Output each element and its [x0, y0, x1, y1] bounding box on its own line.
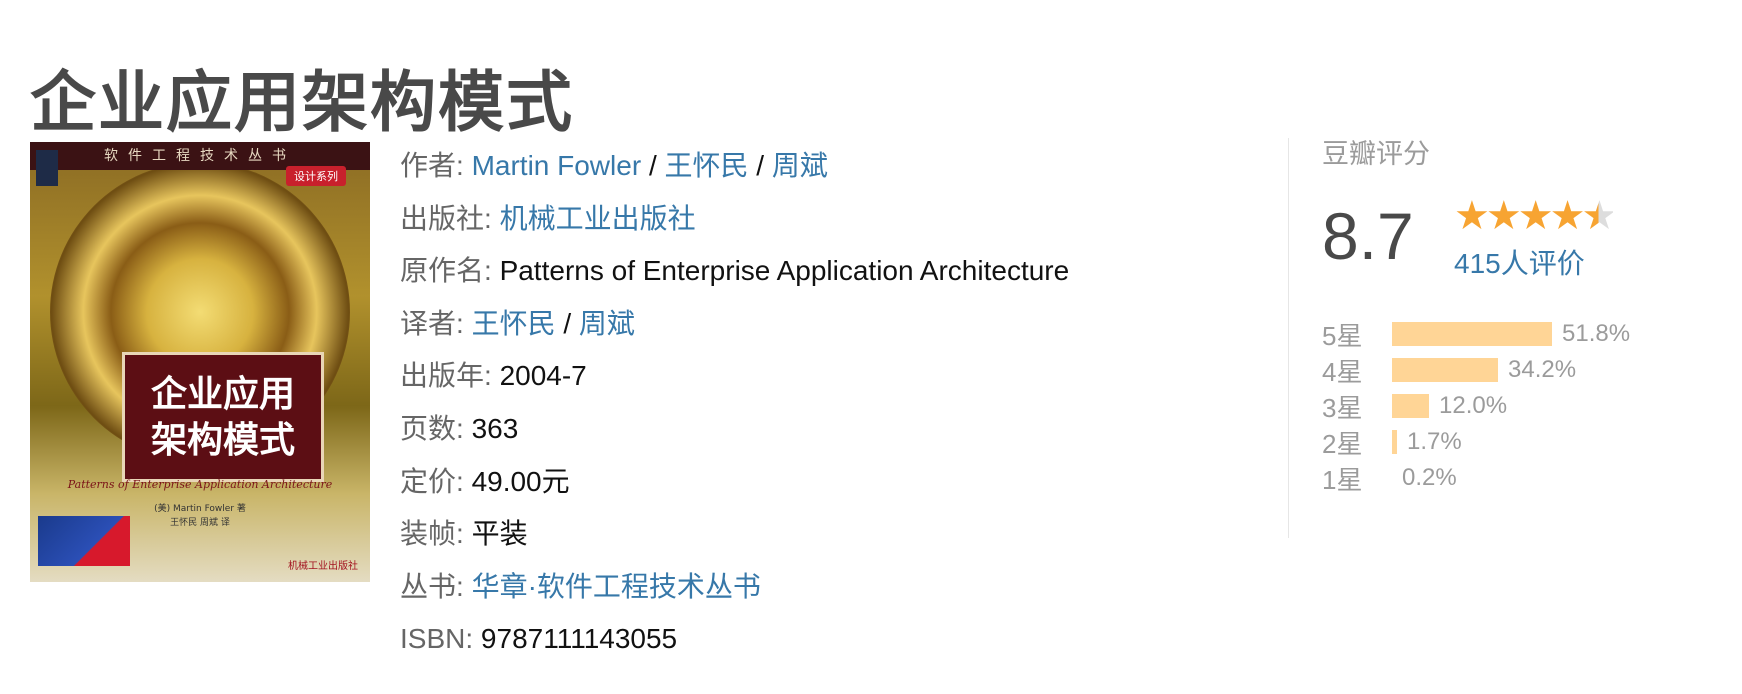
- rating-bar-track: [1392, 430, 1397, 454]
- info-row-pub-year: 出版年: 2004-7: [400, 350, 1069, 403]
- star-full-icon: ★: [1454, 194, 1490, 238]
- rating-bar-fill: [1392, 358, 1498, 382]
- info-row-original-title: 原作名: Patterns of Enterprise Application …: [400, 245, 1069, 298]
- rating-votes-link[interactable]: 415人评价: [1454, 246, 1585, 282]
- rating-bar-percent: 12.0%: [1439, 392, 1508, 419]
- rating-stars: ★★★★★: [1454, 194, 1617, 238]
- cover-english-title: Patterns of Enterprise Application Archi…: [67, 478, 333, 491]
- cover-title-line2: 架构模式: [150, 419, 295, 461]
- page-title: 企业应用架构模式: [30, 64, 574, 142]
- cover-publisher-badge: [38, 516, 130, 566]
- star-full-icon: ★: [1517, 194, 1554, 238]
- rating-bar-track: [1392, 322, 1552, 346]
- rating-panel: 豆瓣评分 8.7 ★★★★★ 415人评价 5星 51.8% 4星 34.2% …: [1322, 136, 1742, 495]
- cover-title-line1: 企业应用: [150, 373, 295, 415]
- rating-bar-percent: 0.2%: [1402, 464, 1457, 491]
- divider: [1288, 138, 1289, 538]
- binding-value: 平装: [471, 518, 528, 550]
- rating-score: 8.7: [1322, 199, 1414, 273]
- rating-bar-label: 4星: [1322, 356, 1363, 387]
- info-row-price: 定价: 49.00元: [400, 456, 1069, 509]
- rating-bar-label: 5星: [1322, 320, 1363, 351]
- publisher-link[interactable]: 机械工业出版社: [500, 203, 696, 234]
- info-row-binding: 装帧: 平装: [400, 508, 1069, 561]
- price-label: 定价:: [400, 465, 464, 497]
- rating-distribution: 5星 51.8% 4星 34.2% 3星 12.0% 2星 1.7% 1星 0.…: [1322, 316, 1630, 496]
- separator: /: [756, 150, 765, 181]
- info-row-isbn: ISBN: 9787111143055: [400, 613, 1069, 666]
- pub-year-value: 2004-7: [499, 360, 587, 392]
- info-row-series: 丛书: 华章·软件工程技术丛书: [400, 561, 1069, 614]
- rating-heading: 豆瓣评分: [1322, 139, 1430, 169]
- book-cover-image[interactable]: 软件工程技术丛书 设计系列 企业应用 架构模式 Patterns of Ente…: [30, 142, 370, 582]
- cover-series-tag: 设计系列: [286, 166, 346, 186]
- original-title-value: Patterns of Enterprise Application Archi…: [499, 255, 1070, 287]
- cover-title-box: 企业应用 架构模式: [122, 352, 324, 482]
- info-row-author: 作者: Martin Fowler / 王怀民 / 周斌: [400, 140, 1069, 193]
- info-row-pages: 页数: 363: [400, 403, 1069, 456]
- isbn-label: ISBN:: [400, 623, 474, 655]
- author-link[interactable]: 王怀民: [665, 150, 749, 181]
- rating-bar-label: 1星: [1322, 464, 1363, 495]
- binding-label: 装帧:: [400, 518, 464, 550]
- isbn-value: 9787111143055: [480, 623, 678, 655]
- pub-year-label: 出版年:: [400, 360, 492, 392]
- star-full-icon: ★: [1549, 194, 1586, 238]
- rating-bar-track: [1392, 358, 1498, 382]
- star-half-icon: ★: [1581, 194, 1617, 238]
- cover-authors: (美) Martin Fowler 著: [154, 504, 246, 514]
- info-row-publisher: 出版社: 机械工业出版社: [400, 193, 1069, 246]
- pages-value: 363: [471, 412, 519, 444]
- rating-bar-row: 4星 34.2%: [1322, 352, 1630, 388]
- translator-label: 译者:: [400, 307, 464, 339]
- author-label: 作者:: [400, 150, 464, 181]
- rating-bar-percent: 1.7%: [1407, 428, 1462, 455]
- rating-bar-row: 2星 1.7%: [1322, 424, 1630, 460]
- rating-bar-row: 5星 51.8%: [1322, 316, 1630, 352]
- original-title-label: 原作名:: [400, 255, 492, 287]
- rating-bar-fill: [1392, 394, 1429, 418]
- cover-logo: [36, 150, 58, 186]
- rating-bar-fill: [1392, 430, 1397, 454]
- cover-publisher-mark: 机械工业出版社: [288, 561, 358, 572]
- rating-bar-label: 2星: [1322, 428, 1363, 459]
- rating-bar-track: [1392, 394, 1429, 418]
- rating-bar-percent: 34.2%: [1508, 356, 1577, 383]
- price-value: 49.00元: [471, 465, 570, 497]
- rating-bar-fill: [1392, 322, 1552, 346]
- pages-label: 页数:: [400, 412, 464, 444]
- author-link[interactable]: Martin Fowler: [472, 150, 642, 181]
- publisher-label: 出版社:: [400, 202, 492, 234]
- book-info: 作者: Martin Fowler / 王怀民 / 周斌 出版社: 机械工业出版…: [400, 140, 1069, 666]
- translator-link[interactable]: 周斌: [579, 308, 635, 339]
- rating-bar-row: 1星 0.2%: [1322, 460, 1630, 496]
- series-label: 丛书:: [400, 570, 464, 602]
- author-link[interactable]: 周斌: [772, 150, 828, 181]
- info-row-translator: 译者: 王怀民 / 周斌: [400, 298, 1069, 351]
- rating-bar-label: 3星: [1322, 392, 1363, 423]
- series-link[interactable]: 华章·软件工程技术丛书: [472, 571, 761, 602]
- translator-link[interactable]: 王怀民: [472, 308, 556, 339]
- separator: /: [563, 307, 572, 339]
- separator: /: [648, 150, 657, 181]
- star-full-icon: ★: [1485, 194, 1522, 238]
- rating-bar-row: 3星 12.0%: [1322, 388, 1630, 424]
- rating-bar-percent: 51.8%: [1562, 320, 1631, 347]
